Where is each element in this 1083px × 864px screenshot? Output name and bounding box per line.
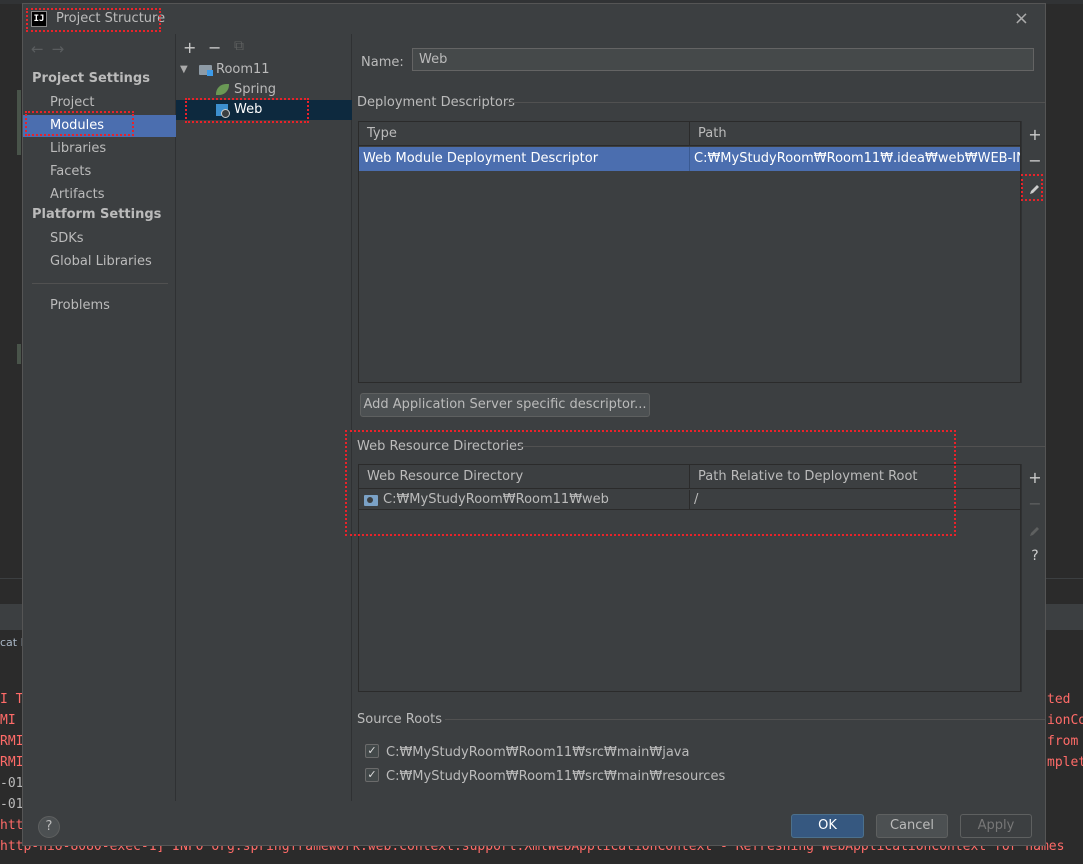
log-line: ted bbox=[1047, 692, 1071, 707]
tree-node-label: Spring bbox=[234, 82, 276, 97]
gutter-mark bbox=[17, 90, 21, 155]
group-divider bbox=[519, 446, 1045, 447]
column-header-resource-dir[interactable]: Web Resource Directory bbox=[359, 465, 690, 489]
remove-descriptor-icon[interactable]: − bbox=[1022, 151, 1048, 170]
platform-settings-heading: Platform Settings bbox=[32, 207, 162, 222]
nav-history: ←→ bbox=[31, 40, 72, 58]
add-resource-icon[interactable]: + bbox=[1022, 468, 1048, 487]
back-arrow-icon[interactable]: ← bbox=[31, 40, 52, 58]
log-line: from bbox=[1047, 734, 1079, 749]
settings-nav: ←→ Project Settings Project Modules Libr… bbox=[23, 34, 176, 801]
nav-item-global-libraries[interactable]: Global Libraries bbox=[23, 251, 176, 273]
log-line: ionCo bbox=[1047, 713, 1083, 728]
nav-item-artifacts[interactable]: Artifacts bbox=[23, 184, 176, 206]
web-folder-icon bbox=[364, 495, 378, 506]
nav-item-sdks[interactable]: SDKs bbox=[23, 228, 176, 250]
nav-divider bbox=[32, 283, 168, 284]
descriptor-type-cell: Web Module Deployment Descriptor bbox=[359, 147, 690, 171]
module-tree: + − ⧉ ▼ Room11 Spring Web bbox=[176, 34, 352, 801]
cancel-button[interactable]: Cancel bbox=[876, 814, 948, 838]
ok-button[interactable]: OK bbox=[791, 814, 864, 838]
log-line: RMI bbox=[0, 734, 24, 749]
tree-node-label: Web bbox=[234, 102, 263, 117]
table-header: Web Resource Directory Path Relative to … bbox=[359, 465, 1020, 489]
relative-path-cell: / bbox=[694, 492, 699, 507]
web-resource-directories-title: Web Resource Directories bbox=[357, 439, 524, 454]
source-root-resources-checkbox[interactable]: ✓ bbox=[365, 768, 379, 782]
deployment-toolbar: + − bbox=[1021, 121, 1047, 383]
column-header-relative-path[interactable]: Path Relative to Deployment Root bbox=[690, 465, 1020, 489]
copy-icon[interactable]: ⧉ bbox=[234, 38, 244, 54]
table-row[interactable]: Web Module Deployment Descriptor C:₩MySt… bbox=[359, 147, 1020, 171]
title-bar[interactable]: IJ Project Structure × bbox=[23, 4, 1045, 34]
web-resource-toolbar: + − ? bbox=[1021, 464, 1047, 692]
remove-icon[interactable]: − bbox=[208, 38, 221, 57]
spring-leaf-icon bbox=[216, 84, 229, 95]
name-label: Name: bbox=[361, 55, 404, 70]
resource-dir-cell: C:₩MyStudyRoom₩Room11₩web bbox=[379, 490, 690, 510]
add-server-descriptor-button[interactable]: Add Application Server specific descript… bbox=[360, 393, 650, 417]
group-divider bbox=[505, 102, 1045, 103]
project-structure-dialog: IJ Project Structure × ←→ Project Settin… bbox=[22, 3, 1046, 846]
remove-resource-icon[interactable]: − bbox=[1022, 494, 1048, 513]
log-line: -01 bbox=[0, 797, 24, 812]
log-line: -01 bbox=[0, 776, 24, 791]
nav-item-facets[interactable]: Facets bbox=[23, 161, 176, 183]
log-line: I T bbox=[0, 692, 24, 707]
intellij-app-icon: IJ bbox=[31, 11, 47, 27]
close-icon[interactable]: × bbox=[1014, 8, 1029, 29]
edit-resource-pencil-icon[interactable] bbox=[1029, 525, 1041, 537]
dialog-title: Project Structure bbox=[56, 11, 166, 26]
expand-arrow-icon[interactable]: ▼ bbox=[180, 60, 188, 80]
tree-node-spring[interactable]: Spring bbox=[176, 80, 352, 100]
project-settings-heading: Project Settings bbox=[32, 71, 150, 86]
nav-item-problems[interactable]: Problems bbox=[23, 295, 176, 317]
source-root-resources-label[interactable]: C:₩MyStudyRoom₩Room11₩src₩main₩resources bbox=[386, 769, 725, 784]
log-line: RMI bbox=[0, 755, 24, 770]
source-root-java-checkbox[interactable]: ✓ bbox=[365, 744, 379, 758]
add-icon[interactable]: + bbox=[183, 38, 196, 57]
table-header: Type Path bbox=[359, 122, 1020, 146]
nav-item-modules[interactable]: Modules bbox=[23, 115, 176, 137]
dialog-help-button[interactable]: ? bbox=[38, 816, 60, 838]
nav-item-libraries[interactable]: Libraries bbox=[23, 138, 176, 160]
nav-item-project[interactable]: Project bbox=[23, 92, 176, 114]
column-header-path[interactable]: Path bbox=[690, 122, 1020, 146]
deployment-descriptors-title: Deployment Descriptors bbox=[357, 95, 515, 110]
log-line: MI bbox=[0, 713, 16, 728]
help-icon[interactable]: ? bbox=[1022, 548, 1048, 564]
log-line: mplet bbox=[1047, 755, 1083, 770]
tree-node-room11[interactable]: ▼ Room11 bbox=[176, 60, 352, 80]
tree-node-label: Room11 bbox=[216, 62, 270, 77]
log-line: htt bbox=[0, 818, 24, 833]
apply-button[interactable]: Apply bbox=[960, 814, 1032, 838]
column-header-type[interactable]: Type bbox=[359, 122, 690, 146]
edit-descriptor-pencil-icon[interactable] bbox=[1029, 183, 1041, 195]
deployment-descriptors-table: Type Path Web Module Deployment Descript… bbox=[358, 121, 1021, 383]
add-descriptor-icon[interactable]: + bbox=[1022, 125, 1048, 144]
source-roots-title: Source Roots bbox=[357, 712, 443, 727]
module-folder-icon bbox=[199, 65, 213, 76]
gutter-mark bbox=[17, 344, 21, 364]
web-resource-table: Web Resource Directory Path Relative to … bbox=[358, 464, 1021, 692]
facet-detail-panel: Name: Deployment Descriptors Type Path W… bbox=[345, 34, 1047, 801]
descriptor-path-cell: C:₩MyStudyRoom₩Room11₩.idea₩web₩WEB-INF₩… bbox=[694, 151, 1020, 166]
forward-arrow-icon[interactable]: → bbox=[52, 40, 73, 58]
name-field[interactable] bbox=[412, 48, 1034, 71]
table-row[interactable]: C:₩MyStudyRoom₩Room11₩web / bbox=[359, 490, 1020, 510]
tree-node-web[interactable]: Web bbox=[176, 100, 352, 120]
source-root-java-label[interactable]: C:₩MyStudyRoom₩Room11₩src₩main₩java bbox=[386, 745, 689, 760]
group-divider bbox=[445, 719, 1045, 720]
web-facet-icon bbox=[216, 104, 230, 118]
